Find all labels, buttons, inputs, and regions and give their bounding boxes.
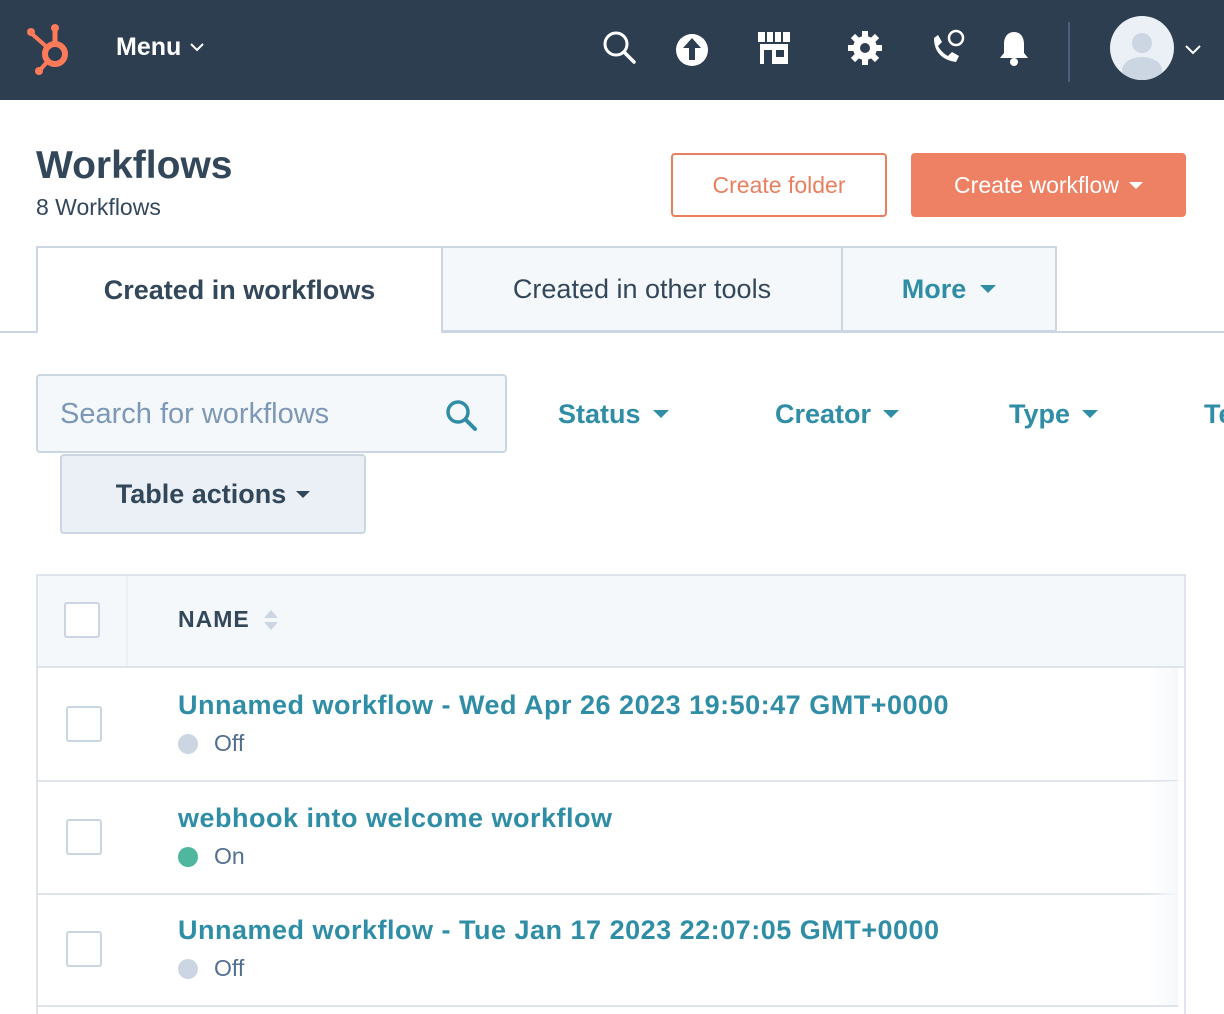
filter-truncated[interactable]: Te [1204,394,1224,434]
status-label: Off [214,955,245,981]
caret-down-icon [296,490,311,498]
caret-down-icon [980,285,997,293]
column-label: NAME [178,606,250,632]
chevron-down-icon [190,43,204,52]
row-fade [1148,781,1178,893]
row-fade [1148,893,1178,1005]
workflows-table: NAME Unnamed workflow - Wed Apr 26 2023 … [36,574,1186,1014]
row-checkbox[interactable] [66,819,102,855]
page-title: Workflows [36,144,233,187]
create-folder-label: Create folder [712,171,846,198]
select-all-checkbox[interactable] [64,602,100,638]
status-dot [178,733,198,754]
tab-label: More [901,273,967,304]
avatar[interactable] [1110,16,1174,80]
search-input[interactable] [58,376,432,453]
tab-label: Created in workflows [103,274,376,305]
search-icon[interactable] [444,398,478,432]
create-folder-button[interactable]: Create folder [671,153,887,217]
menu-label: Menu [116,33,182,61]
search-box [36,374,507,453]
menu-button[interactable]: Menu [116,30,205,64]
column-header-name[interactable]: NAME [178,606,278,633]
create-workflow-label: Create workflow [954,171,1119,198]
filter-status[interactable]: Status [558,394,669,434]
status-label: Off [214,730,245,756]
row-checkbox[interactable] [66,931,102,967]
create-workflow-button[interactable]: Create workflow [911,153,1186,217]
table-row: webhook into welcome workflow On [38,781,1178,895]
filter-type[interactable]: Type [1009,394,1099,434]
tab-label: Created in other tools [512,273,772,304]
hubspot-logo[interactable] [24,18,80,76]
caret-down-icon [1082,410,1099,418]
table-actions-button[interactable]: Table actions [60,454,366,534]
calling-icon[interactable] [926,28,966,68]
filter-creator[interactable]: Creator [775,394,900,434]
filter-label: Te [1204,398,1224,429]
caret-down-icon [652,410,669,418]
table-row: Unnamed workflow - Tue Jan 17 2023 22:07… [38,893,1178,1007]
status-dot [178,846,198,867]
table-row: Unnamed workflow - Wed Apr 26 2023 19:50… [38,668,1178,782]
workflow-name-link[interactable]: webhook into welcome workflow [178,803,613,834]
row-checkbox[interactable] [66,706,102,742]
sort-icon [263,609,278,630]
tab-more[interactable]: More [841,246,1057,332]
row-fade [1148,668,1178,780]
user-icon [1122,33,1162,80]
top-navigation: Menu [0,0,1224,100]
chevron-down-icon[interactable] [1184,42,1202,56]
caret-down-icon [1128,181,1143,189]
gear-icon[interactable] [845,28,885,68]
workflow-status: On [178,843,245,870]
nav-divider [1068,22,1070,82]
marketplace-icon[interactable] [754,28,794,68]
tab-created-in-workflows[interactable]: Created in workflows [36,246,443,334]
table-header: NAME [38,576,1184,668]
filter-label: Status [558,398,641,429]
status-dot [178,958,198,979]
filter-label: Creator [775,398,872,429]
workflow-status: Off [178,730,244,757]
upgrade-icon[interactable] [672,28,712,68]
status-label: On [214,843,245,869]
workflow-name-link[interactable]: Unnamed workflow - Wed Apr 26 2023 19:50… [178,690,949,721]
tab-created-in-other-tools[interactable]: Created in other tools [441,246,843,332]
workflow-count: 8 Workflows [36,194,161,220]
workflow-status: Off [178,955,244,982]
workflow-name-link[interactable]: Unnamed workflow - Tue Jan 17 2023 22:07… [178,915,940,946]
bell-icon[interactable] [994,28,1034,68]
filter-label: Type [1009,398,1071,429]
header-divider [126,576,128,666]
table-actions-label: Table actions [115,478,287,509]
search-icon[interactable] [600,28,640,68]
caret-down-icon [883,410,900,418]
